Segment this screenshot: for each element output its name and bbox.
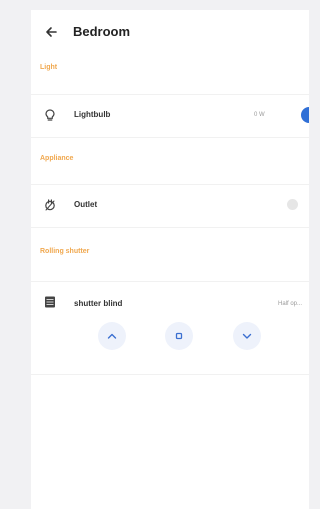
chevron-up-icon	[107, 333, 117, 339]
device-label-outlet: Outlet	[74, 200, 98, 209]
lightbulb-toggle[interactable]	[301, 107, 309, 123]
back-arrow-icon[interactable]	[44, 25, 58, 39]
shutter-up-button[interactable]	[98, 322, 126, 350]
outlet-icon	[45, 199, 55, 211]
device-label-lightbulb: Lightbulb	[74, 110, 111, 119]
device-row-outlet[interactable]: Outlet	[31, 184, 309, 228]
shutter-stop-button[interactable]	[165, 322, 193, 350]
shutter-status: Half op...	[278, 301, 303, 307]
top-bar: Bedroom	[31, 10, 309, 56]
section-header-shutter: Rolling shutter	[40, 248, 90, 255]
stop-icon	[175, 332, 183, 340]
device-label-shutter: shutter blind	[74, 299, 123, 308]
shutter-down-button[interactable]	[233, 322, 261, 350]
page-title: Bedroom	[73, 24, 131, 39]
outlet-toggle[interactable]	[287, 199, 298, 210]
shutter-icon	[45, 296, 55, 308]
app-screen: Bedroom Light Lightbulb 0 W Appliance Ou…	[31, 10, 309, 509]
lightbulb-icon	[45, 109, 55, 121]
section-header-appliance: Appliance	[40, 155, 74, 162]
device-row-shutter: shutter blind Half op...	[31, 281, 309, 375]
chevron-down-icon	[242, 333, 252, 339]
section-header-light: Light	[40, 64, 58, 71]
power-value: 0 W	[254, 112, 265, 118]
device-row-lightbulb[interactable]: Lightbulb 0 W	[31, 94, 309, 138]
